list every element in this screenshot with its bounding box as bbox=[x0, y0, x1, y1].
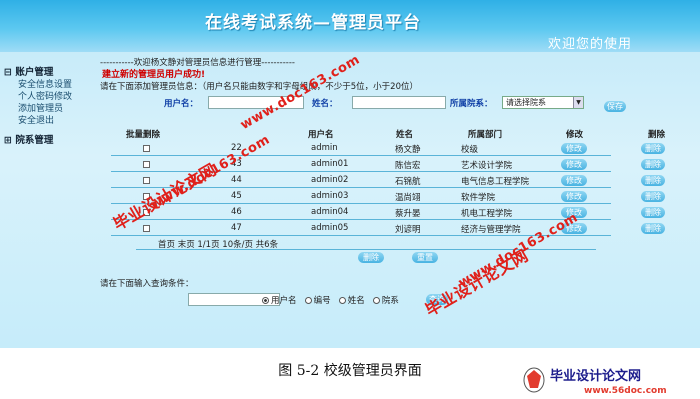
app-window: 在线考试系统—管理员平台 欢迎您的使用 ⊟ 账户管理 安全信息设置 个人密码修改… bbox=[0, 0, 700, 348]
sidebar-group-department[interactable]: ⊞ 院系管理 bbox=[4, 132, 53, 146]
col-name: 姓名 bbox=[396, 130, 414, 140]
delete-button[interactable]: 删除 bbox=[641, 223, 665, 234]
search-options: 用户名 编号 姓名 院系 bbox=[262, 294, 399, 306]
cell-name: 温尚翊 bbox=[395, 193, 421, 203]
dept-select[interactable]: 请选择院系 ▼ bbox=[502, 96, 584, 109]
cell-dept: 艺术设计学院 bbox=[461, 161, 513, 171]
col-dept: 所属部门 bbox=[468, 130, 503, 140]
col-delete: 删除 bbox=[648, 130, 666, 140]
cell-id: 45 bbox=[231, 191, 242, 201]
app-title: 在线考试系统—管理员平台 bbox=[205, 13, 421, 33]
radio-dept[interactable]: 院系 bbox=[372, 296, 399, 306]
edit-button[interactable]: 修改 bbox=[561, 143, 587, 154]
logo-icon bbox=[523, 367, 545, 393]
cell-username: admin01 bbox=[311, 159, 349, 169]
row-checkbox[interactable] bbox=[143, 161, 150, 168]
header-banner: 在线考试系统—管理员平台 欢迎您的使用 bbox=[0, 0, 700, 52]
table-row: 22 admin 杨文静 校级 修改 删除 bbox=[111, 141, 665, 156]
col-username: 用户名 bbox=[308, 130, 334, 140]
logo-title: 毕业设计论文网 bbox=[550, 368, 641, 384]
radio-username[interactable]: 用户名 bbox=[262, 296, 297, 306]
reset-button[interactable]: 重置 bbox=[412, 252, 438, 263]
row-checkbox[interactable] bbox=[143, 225, 150, 232]
table-row: 46 admin04 蔡升晏 机电工程学院 修改 删除 bbox=[111, 205, 665, 220]
cell-dept: 电气信息工程学院 bbox=[461, 177, 530, 187]
main-content: -----------欢迎杨文静对管理员信息进行管理----------- 建立… bbox=[96, 52, 700, 348]
cell-id: 44 bbox=[231, 175, 242, 185]
radio-icon bbox=[338, 297, 346, 304]
radio-icon bbox=[304, 297, 312, 304]
expand-icon[interactable]: ⊞ bbox=[4, 135, 12, 146]
radio-name[interactable]: 姓名 bbox=[338, 296, 365, 306]
username-label: 用户名： bbox=[164, 99, 199, 109]
cell-dept: 经济与管理学院 bbox=[461, 225, 521, 235]
radio-id[interactable]: 编号 bbox=[304, 296, 331, 306]
dept-label: 所属院系： bbox=[450, 99, 493, 109]
cell-name: 陈信宏 bbox=[395, 161, 421, 171]
delete-button[interactable]: 删除 bbox=[641, 175, 665, 186]
edit-button[interactable]: 修改 bbox=[561, 175, 587, 186]
row-checkbox[interactable] bbox=[143, 145, 150, 152]
cell-name: 石锦航 bbox=[395, 177, 421, 187]
edit-button[interactable]: 修改 bbox=[561, 191, 587, 202]
edit-button[interactable]: 修改 bbox=[561, 159, 587, 170]
logo-url: www.56doc.com bbox=[584, 386, 667, 396]
delete-button[interactable]: 删除 bbox=[641, 191, 665, 202]
cell-id: 46 bbox=[231, 207, 242, 217]
cell-username: admin04 bbox=[311, 207, 349, 217]
collapse-icon[interactable]: ⊟ bbox=[4, 67, 12, 78]
cell-dept: 校级 bbox=[461, 145, 479, 155]
site-logo: 毕业设计论文网 www.56doc.com bbox=[523, 367, 667, 396]
radio-checked-icon bbox=[262, 297, 269, 304]
delete-button[interactable]: 删除 bbox=[641, 159, 665, 170]
cell-username: admin03 bbox=[311, 191, 349, 201]
save-button[interactable]: 保存 bbox=[604, 101, 626, 112]
success-message: 建立新的管理员用户成功! bbox=[102, 70, 206, 80]
sidebar-group-account[interactable]: ⊟ 账户管理 bbox=[4, 64, 53, 78]
cell-username: admin02 bbox=[311, 175, 349, 185]
add-hint: 请在下面添加管理员信息：（用户名只能由数字和字母组成，不少于5位，小于20位） bbox=[100, 82, 418, 92]
name-label: 姓名： bbox=[312, 99, 338, 109]
col-edit: 修改 bbox=[566, 130, 584, 140]
welcome-text: 欢迎您的使用 bbox=[548, 37, 633, 52]
row-checkbox[interactable] bbox=[143, 177, 150, 184]
batch-delete-button[interactable]: 删除 bbox=[358, 252, 384, 263]
delete-button[interactable]: 删除 bbox=[641, 207, 665, 218]
cell-name: 刘谚明 bbox=[395, 225, 421, 235]
cell-dept: 软件学院 bbox=[461, 193, 496, 203]
cell-id: 47 bbox=[231, 223, 242, 233]
cell-name: 蔡升晏 bbox=[395, 209, 421, 219]
col-batch-delete: 批量删除 bbox=[126, 130, 161, 140]
name-input[interactable] bbox=[352, 96, 446, 109]
delete-button[interactable]: 删除 bbox=[641, 143, 665, 154]
chevron-down-icon: ▼ bbox=[573, 97, 583, 108]
radio-icon bbox=[372, 297, 380, 304]
cell-dept: 机电工程学院 bbox=[461, 209, 513, 219]
cell-username: admin05 bbox=[311, 223, 349, 233]
cell-username: admin bbox=[311, 143, 338, 153]
sidebar-item-logout[interactable]: 安全退出 bbox=[18, 113, 54, 126]
search-hint: 请在下面输入查询条件： bbox=[100, 279, 194, 289]
sidebar: ⊟ 账户管理 安全信息设置 个人密码修改 添加管理员 安全退出 ⊞ 院系管理 bbox=[0, 52, 92, 348]
cell-name: 杨文静 bbox=[395, 145, 421, 155]
sidebar-group-label: 院系管理 bbox=[15, 135, 54, 146]
